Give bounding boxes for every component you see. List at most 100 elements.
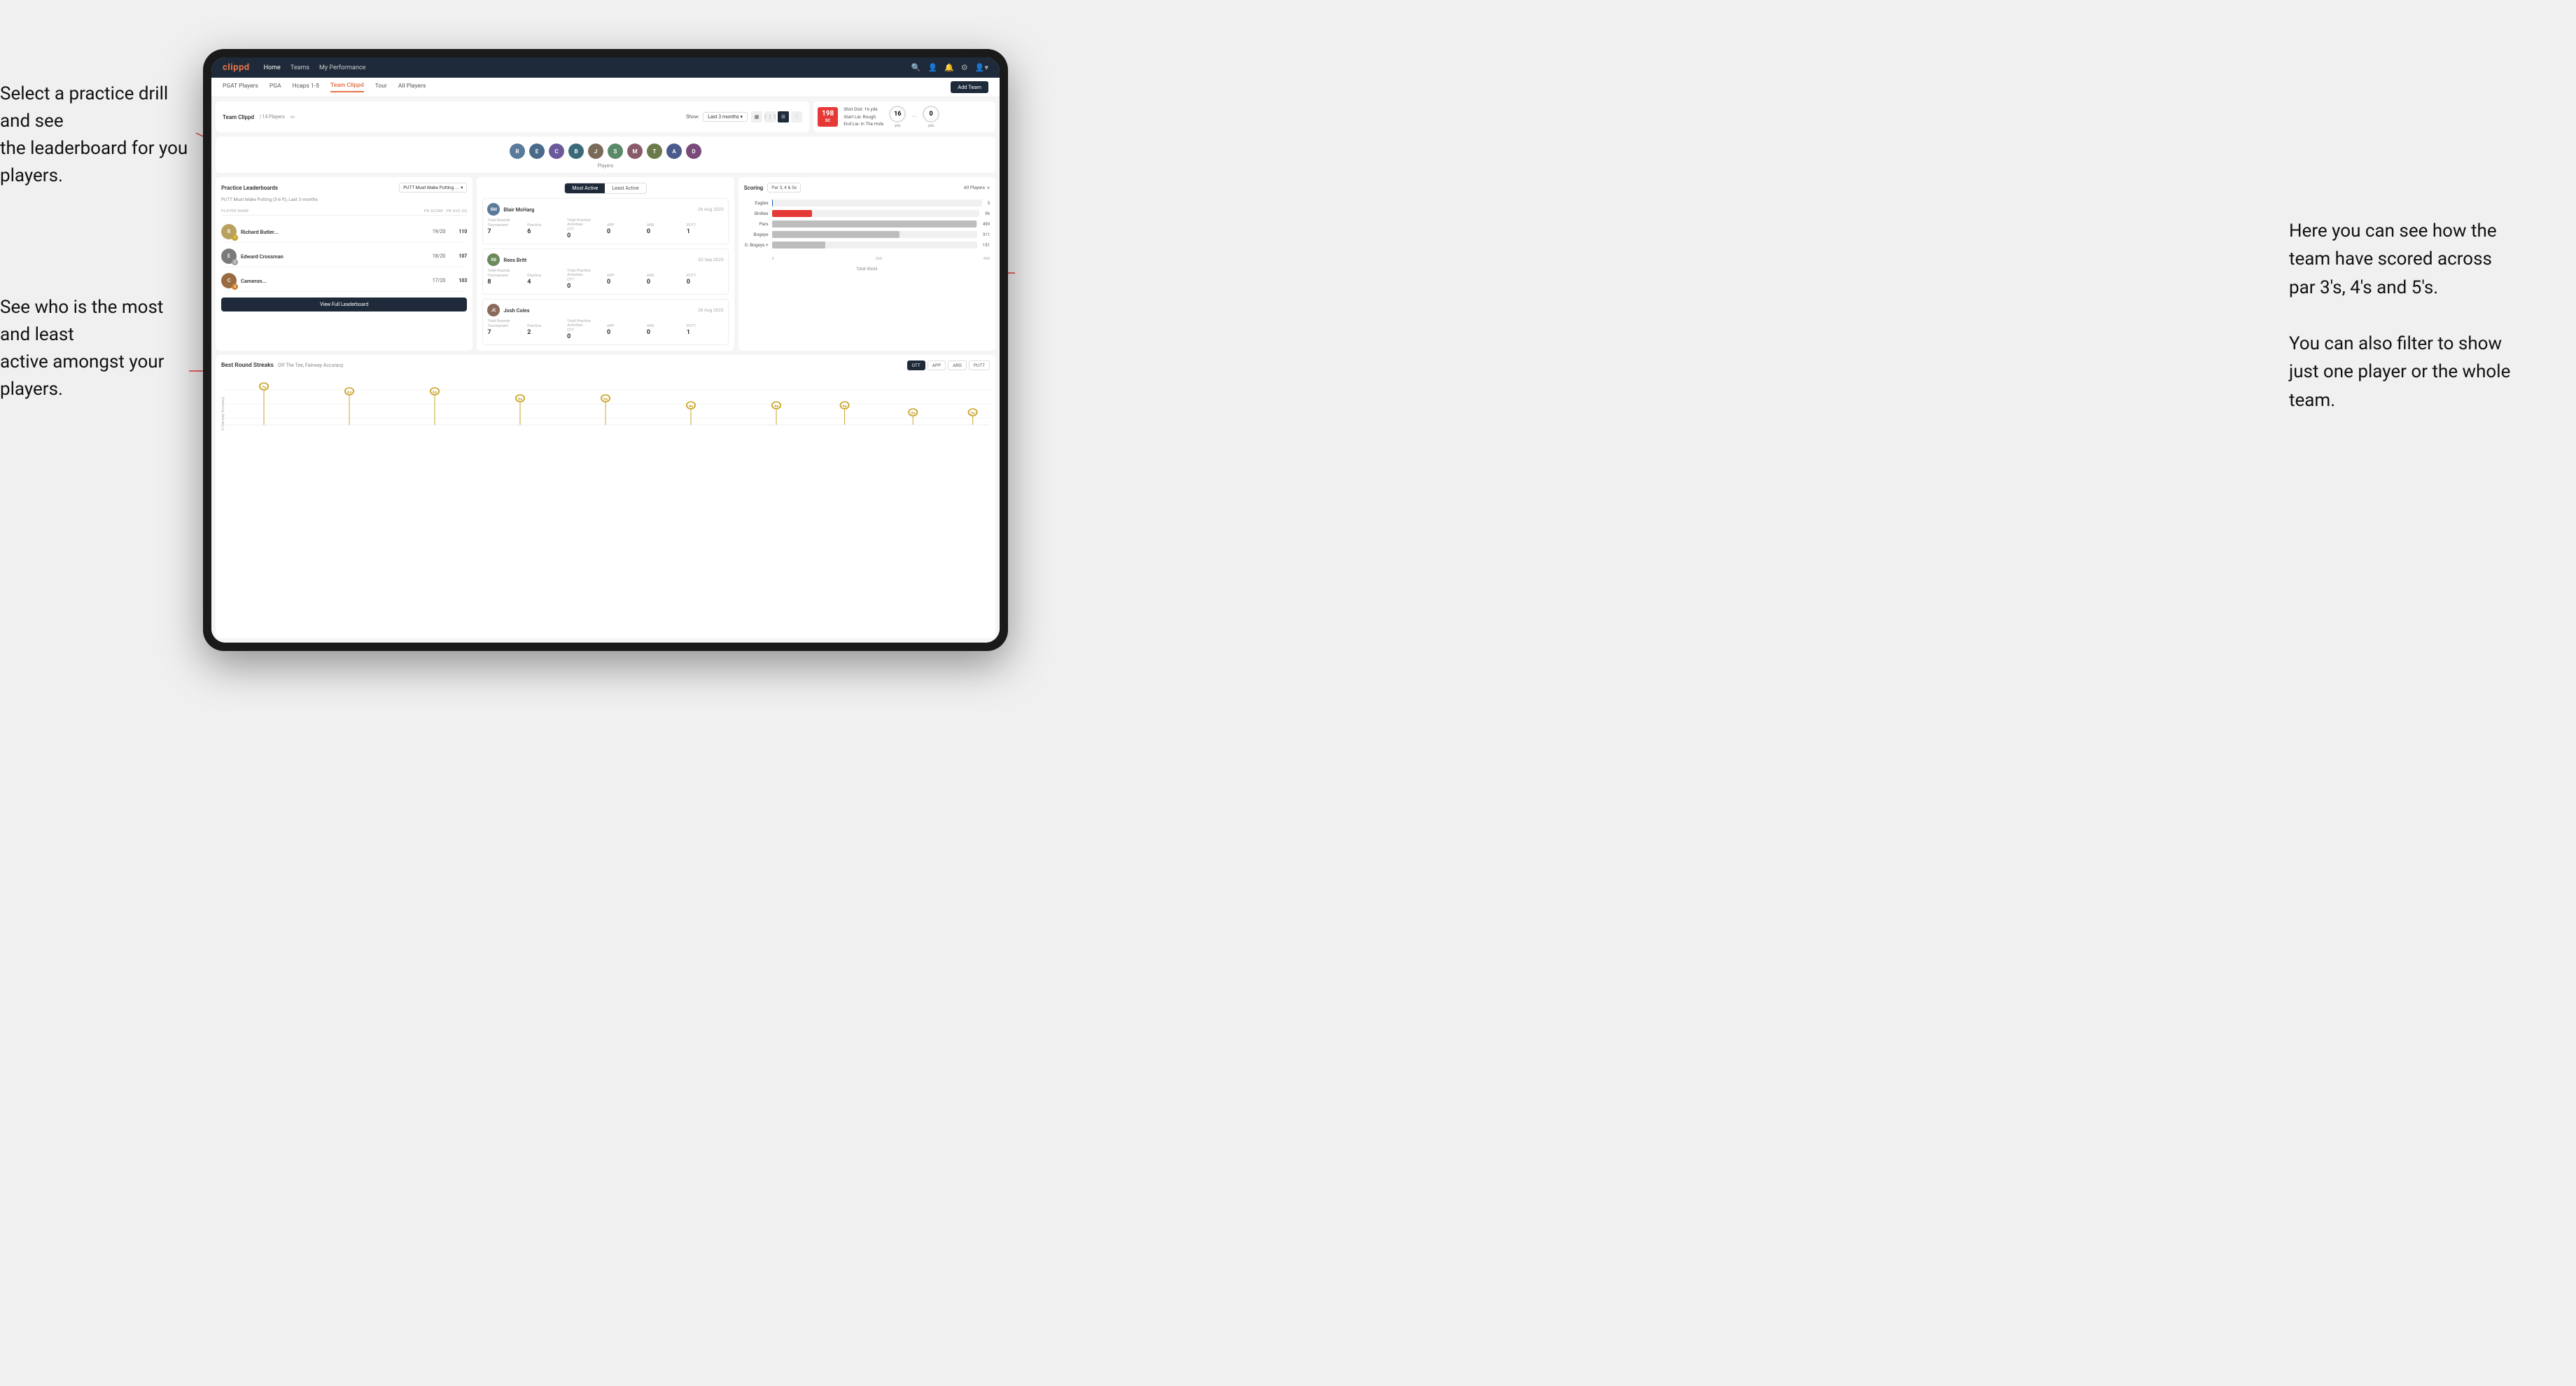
active-player-name-2: Rees Britt <box>503 257 526 263</box>
sub-nav-all-players[interactable]: All Players <box>398 83 426 92</box>
view-list-button[interactable]: ☰ <box>778 111 789 122</box>
distance-circle-2: 0 <box>923 106 939 122</box>
filter-app[interactable]: APP <box>927 360 946 370</box>
streaks-subtitle: Off The Tee, Fairway Accuracy <box>278 363 344 368</box>
filter-putt[interactable]: PUTT <box>969 360 990 370</box>
settings-icon[interactable]: ⚙ <box>961 63 968 72</box>
avatar-icon[interactable]: 👤▾ <box>975 63 988 72</box>
scoring-title: Scoring <box>744 185 764 191</box>
bar-label-eagles: Eagles <box>744 200 769 206</box>
team-title: Team Clippd <box>223 114 254 120</box>
stat-putt-2: . PUTT 0 <box>687 269 724 290</box>
person-icon[interactable]: 👤 <box>928 63 938 72</box>
filter-arg[interactable]: ARG <box>948 360 967 370</box>
bell-icon[interactable]: 🔔 <box>944 63 954 72</box>
stat-arg-1: . ARG 0 <box>647 218 684 239</box>
stat-practice-1: . Practice 6 <box>527 218 564 239</box>
stats-row-1: Total Rounds Tournament 7 . Practice 6 T… <box>487 218 723 239</box>
svg-text:3x: 3x <box>970 412 975 415</box>
nav-link-performance[interactable]: My Performance <box>319 64 365 71</box>
add-team-button[interactable]: Add Team <box>951 81 988 93</box>
active-avatar-2: RB <box>487 253 500 266</box>
bar-container-eagles <box>772 200 982 206</box>
player-score-3: 17/20 <box>433 278 446 284</box>
annotation-top-left: Select a practice drill and seethe leade… <box>0 80 196 190</box>
main-content: Team Clippd | 14 Players ✏ Show: Last 3 … <box>211 97 1000 643</box>
avatar-8[interactable]: T <box>647 144 662 159</box>
most-active-button[interactable]: Most Active <box>565 183 605 193</box>
avatar-9[interactable]: A <box>666 144 682 159</box>
active-player-card-3: JC Josh Coles 26 Aug 2023 Total Rounds T… <box>482 299 728 345</box>
stat-tournament-2: Total Rounds Tournament 8 <box>487 269 524 290</box>
bar-fill-pars <box>772 220 977 227</box>
all-players-label: All Players <box>964 185 985 190</box>
rank-badge-2: 2 <box>232 259 238 265</box>
avatar-4[interactable]: B <box>568 144 584 159</box>
least-active-button[interactable]: Least Active <box>605 183 645 193</box>
view-grid2-button[interactable]: ▦ <box>751 111 762 122</box>
view-grid3-button[interactable]: ⋮⋮⋮ <box>764 111 776 122</box>
drill-subtitle: PUTT Must Make Putting (3-6 ft), Last 3 … <box>221 197 467 202</box>
sub-nav-pgat[interactable]: PGAT Players <box>223 83 258 92</box>
svg-text:3x: 3x <box>911 412 916 415</box>
stat-tournament-label-1: Total Rounds Tournament 7 <box>487 218 524 239</box>
bar-label-dbogeys: D. Bogeys + <box>744 242 769 248</box>
avatar-1[interactable]: R <box>510 144 525 159</box>
avatar-10[interactable]: D <box>686 144 701 159</box>
rank-badge-3: 3 <box>232 284 238 290</box>
view-icons: ▦ ⋮⋮⋮ ☰ ⫶ <box>751 111 802 122</box>
bar-value-bogeys: 311 <box>983 232 990 237</box>
rank-avatar-2: E 2 <box>221 248 237 264</box>
stat-arg-2: . ARG 0 <box>647 269 684 290</box>
nav-link-teams[interactable]: Teams <box>290 64 309 71</box>
active-player-name-1: Blair McHarg <box>503 206 534 213</box>
bar-fill-dbogeys <box>772 241 826 248</box>
sub-nav-tour[interactable]: Tour <box>375 83 387 92</box>
stat-practice-3: . Practice 2 <box>527 319 564 340</box>
avatar-5[interactable]: J <box>588 144 603 159</box>
leaderboard-row-3[interactable]: C 3 Cameron... 17/20 103 <box>221 270 467 292</box>
player-name-3: Cameron... <box>241 278 428 284</box>
nav-links: Home Teams My Performance <box>264 64 366 71</box>
scoring-par-filter[interactable]: Par 3, 4 & 5s <box>767 183 801 192</box>
sub-nav-pga[interactable]: PGA <box>270 83 281 92</box>
sub-nav-hcaps[interactable]: Hcaps 1-5 <box>293 83 319 92</box>
view-filter-button[interactable]: ⫶ <box>791 111 802 122</box>
active-player-date-3: 26 Aug 2023 <box>698 307 724 313</box>
avatar-3[interactable]: C <box>549 144 564 159</box>
player-avg-2: 107 <box>449 253 467 259</box>
edit-icon[interactable]: ✏ <box>290 114 295 120</box>
stats-row-2: Total Rounds Tournament 8 . Practice 4 T… <box>487 269 723 290</box>
avatar-6[interactable]: S <box>608 144 623 159</box>
svg-text:4x: 4x <box>774 405 779 408</box>
avatar-2[interactable]: E <box>529 144 545 159</box>
scoring-players-chevron[interactable]: ▾ <box>987 185 990 191</box>
player-name-1: Richard Butler... <box>241 229 428 235</box>
stat-ott-label-1: Total Practice Activities OTT 0 <box>567 218 604 239</box>
stat-practice-2: . Practice 4 <box>527 269 564 290</box>
rank-avatar-1: R 1 <box>221 224 237 239</box>
search-icon[interactable]: 🔍 <box>911 63 921 72</box>
bar-container-bogeys <box>772 231 977 238</box>
active-player-date-2: 02 Sep 2023 <box>699 257 724 262</box>
leaderboard-dropdown[interactable]: PUTT Must Make Putting ... ▾ <box>399 183 467 192</box>
col-pb-avg: PB AVG SQ <box>446 209 467 214</box>
sub-nav-team-clippd[interactable]: Team Clippd <box>330 82 364 92</box>
leaderboard-row-1[interactable]: R 1 Richard Butler... 19/20 110 <box>221 221 467 243</box>
bar-fill-birdies <box>772 210 812 217</box>
filter-ott[interactable]: OTT <box>907 360 925 370</box>
leaderboard-row-2[interactable]: E 2 Edward Crossman 18/20 107 <box>221 246 467 267</box>
bar-fill-bogeys <box>772 231 899 238</box>
leaderboard-title: Practice Leaderboards <box>221 185 278 191</box>
bar-eagles: Eagles 3 <box>744 200 990 206</box>
show-dropdown[interactable]: Last 3 months ▾ <box>703 112 748 122</box>
view-leaderboard-button[interactable]: View Full Leaderboard <box>221 298 467 312</box>
nav-link-home[interactable]: Home <box>264 64 281 71</box>
active-player-date-1: 26 Aug 2023 <box>698 206 724 212</box>
svg-text:5x: 5x <box>518 398 523 401</box>
avatar-7[interactable]: M <box>627 144 643 159</box>
most-active-panel: Most Active Least Active BM Blair McHarg… <box>477 177 734 351</box>
svg-text:4x: 4x <box>689 405 694 408</box>
bar-pars: Pars 499 <box>744 220 990 227</box>
svg-text:7x: 7x <box>262 386 267 389</box>
